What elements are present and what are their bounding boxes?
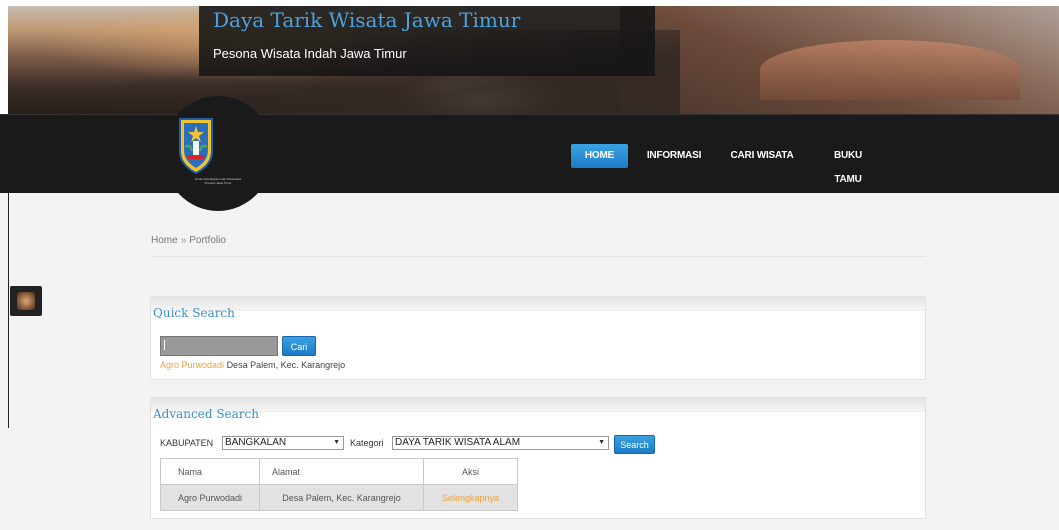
advanced-search-panel: Advanced Search KABUPATEN BANGKALAN ▼ Ka…: [150, 397, 926, 519]
kategori-label: Kategori: [350, 438, 384, 448]
column-header-aksi: Aksi: [423, 458, 518, 485]
kabupaten-label: KABUPATEN: [160, 438, 214, 448]
kategori-select[interactable]: DAYA TARIK WISATA ALAM ▼: [392, 436, 609, 450]
hero-left-edge: [0, 0, 8, 116]
dropdown-arrow-icon: ▼: [333, 439, 340, 446]
text-cursor: [164, 340, 165, 350]
column-header-nama: Nama: [160, 458, 260, 485]
breadcrumb-current: Portfolio: [189, 235, 226, 246]
logo-caption: Dinas Kebudayaan dan Pariwisata Provinsi…: [170, 177, 266, 185]
results-table: Nama Alamat Aksi Agro Purwodadi Desa Pal…: [160, 458, 518, 511]
site-title-box: Daya Tarik Wisata Jawa Timur Pesona Wisa…: [199, 6, 655, 76]
breadcrumb-home[interactable]: Home: [151, 235, 178, 246]
cell-nama: Agro Purwodadi: [160, 484, 260, 511]
panel-header-bar: [151, 297, 925, 311]
site-subtitle: Pesona Wisata Indah Jawa Timur: [213, 46, 407, 61]
search-button[interactable]: Search: [614, 435, 655, 454]
kabupaten-select[interactable]: BANGKALAN ▼: [222, 436, 344, 450]
breadcrumb: Home» Portfolio: [151, 235, 226, 246]
quick-search-panel: Quick Search Cari Agro Purwodadi Desa Pa…: [150, 296, 926, 380]
nav-buku-tamu[interactable]: BUKU TAMU: [823, 144, 873, 185]
result-link[interactable]: Agro Purwodadi: [160, 360, 224, 370]
table-row: Agro Purwodadi Desa Palem, Kec. Karangre…: [160, 484, 518, 511]
left-edge-line: [8, 193, 9, 428]
nav-informasi[interactable]: INFORMASI: [644, 144, 704, 168]
breadcrumb-divider: [151, 256, 926, 257]
side-widget-icon: [17, 292, 35, 310]
site-title[interactable]: Daya Tarik Wisata Jawa Timur: [213, 8, 520, 32]
column-header-alamat: Alamat: [259, 458, 424, 485]
logo-caption-line2: Provinsi Jawa Timur: [204, 181, 232, 185]
side-widget-button[interactable]: [10, 286, 42, 316]
kabupaten-value: BANGKALAN: [225, 437, 287, 448]
province-emblem-icon: [179, 118, 213, 175]
breadcrumb-separator: »: [180, 235, 187, 246]
cari-button[interactable]: Cari: [282, 336, 316, 356]
selengkapnya-link[interactable]: Selengkapnya: [423, 484, 518, 511]
dropdown-arrow-icon: ▼: [598, 439, 605, 446]
panel-header-bar: [151, 398, 925, 412]
kategori-value: DAYA TARIK WISATA ALAM: [395, 437, 521, 448]
quick-search-result: Agro Purwodadi Desa Palem, Kec. Karangre…: [160, 360, 345, 370]
nav-home[interactable]: HOME: [571, 144, 628, 168]
advanced-search-title: Advanced Search: [153, 407, 259, 421]
main-navbar: [0, 114, 1059, 193]
quick-search-title: Quick Search: [153, 306, 235, 320]
quick-search-input[interactable]: [160, 336, 278, 356]
nav-cari-wisata[interactable]: CARI WISATA: [727, 144, 797, 168]
result-address: Desa Palem, Kec. Karangrejo: [226, 360, 346, 370]
hero-crater: [760, 40, 1020, 100]
cell-alamat: Desa Palem, Kec. Karangrejo: [259, 484, 424, 511]
table-header-row: Nama Alamat Aksi: [160, 458, 518, 485]
